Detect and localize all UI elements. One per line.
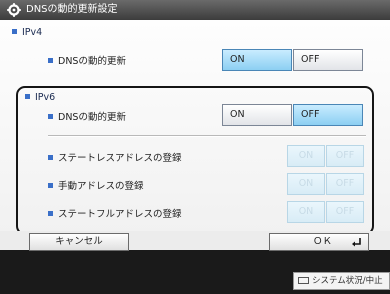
- stateless-address-label: ステートレスアドレスの登録: [48, 150, 182, 164]
- page-title: DNSの動的更新設定: [26, 4, 118, 15]
- enter-icon: [352, 238, 361, 247]
- ipv4-dns-update-off-button[interactable]: OFF: [293, 49, 363, 71]
- bullet-icon: [48, 211, 53, 216]
- settings-screen: DNSの動的更新設定 IPv4 DNSの動的更新 ON OFF IPv6 DNS…: [0, 0, 390, 251]
- bullet-icon: [48, 155, 53, 160]
- bullet-icon: [48, 58, 53, 63]
- bullet-icon: [12, 29, 17, 34]
- ipv4-dns-update-on-button[interactable]: ON: [222, 49, 292, 71]
- ipv6-dns-update-off-button[interactable]: OFF: [293, 104, 363, 126]
- settings-gear-icon: [7, 3, 21, 17]
- manual-address-label: 手動アドレスの登録: [48, 178, 144, 192]
- ipv6-heading: IPv6: [25, 92, 55, 103]
- stateful-off-button[interactable]: OFF: [326, 201, 364, 223]
- stateless-off-button[interactable]: OFF: [326, 145, 364, 167]
- ipv6-dns-update-on-button[interactable]: ON: [222, 104, 292, 126]
- stateful-on-button[interactable]: ON: [287, 201, 325, 223]
- bullet-icon: [48, 183, 53, 188]
- ipv4-heading: IPv4: [12, 27, 42, 38]
- ipv6-dns-update-label: DNSの動的更新: [48, 109, 126, 123]
- ipv4-dns-update-label: DNSの動的更新: [48, 53, 126, 67]
- manual-off-button[interactable]: OFF: [326, 173, 364, 195]
- status-icon: [298, 277, 309, 284]
- bullet-icon: [48, 114, 53, 119]
- ok-button[interactable]: ＯＫ: [269, 233, 369, 251]
- divider: [48, 135, 366, 137]
- stateful-address-label: ステートフルアドレスの登録: [48, 206, 182, 220]
- cancel-button[interactable]: キャンセル: [29, 233, 129, 251]
- bullet-icon: [25, 94, 30, 99]
- system-status-button[interactable]: システム状況/中止: [293, 272, 390, 290]
- title-bar: DNSの動的更新設定: [0, 0, 390, 20]
- stateless-on-button[interactable]: ON: [287, 145, 325, 167]
- ok-label: ＯＫ: [313, 236, 333, 247]
- manual-on-button[interactable]: ON: [287, 173, 325, 195]
- status-label: システム状況/中止: [312, 276, 383, 286]
